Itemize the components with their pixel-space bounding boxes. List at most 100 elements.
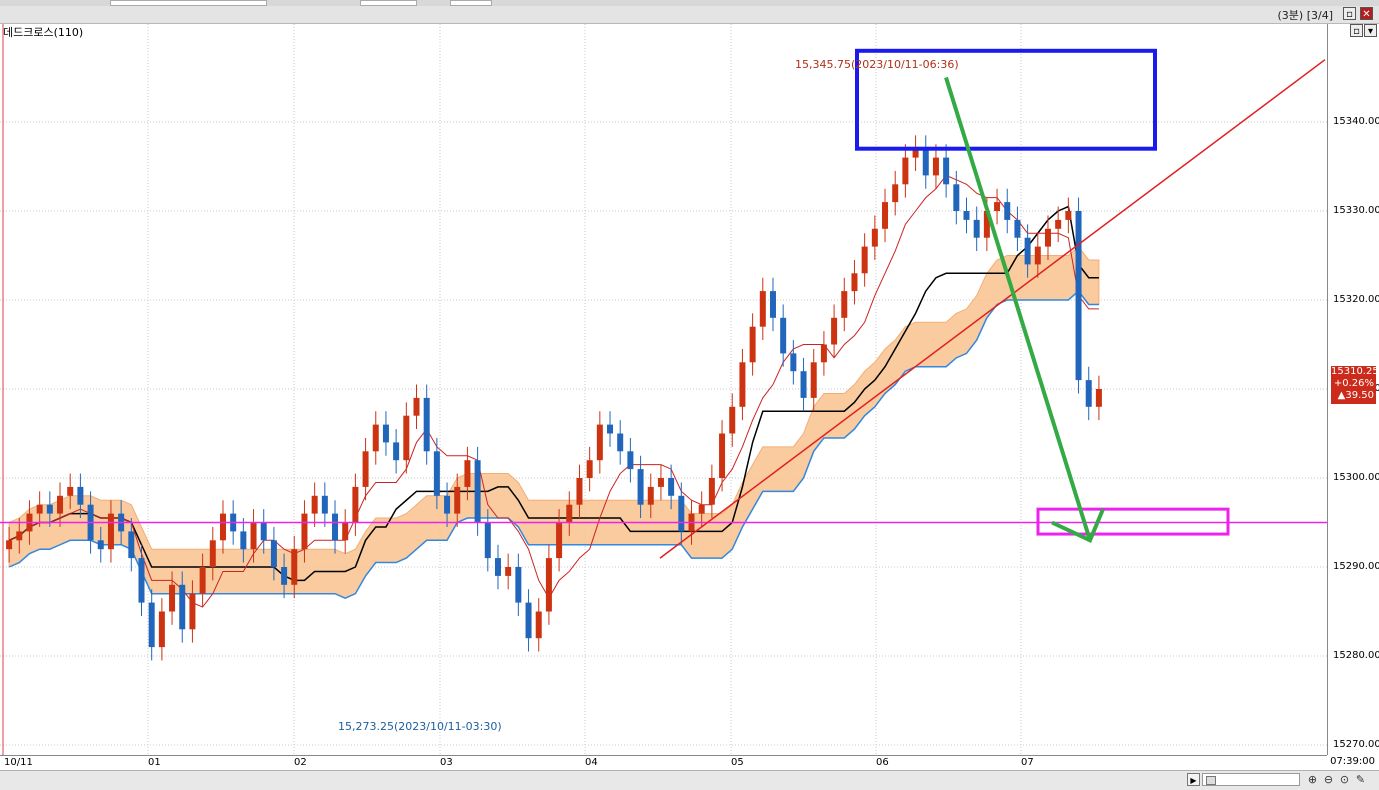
- scroll-right-button[interactable]: ▶: [1187, 773, 1200, 786]
- candle-body: [128, 531, 135, 559]
- candle-body: [566, 504, 573, 523]
- candle-body: [647, 486, 654, 505]
- candle-body: [932, 157, 939, 176]
- candle-body: [413, 397, 420, 416]
- green-arrow-head: [1051, 508, 1105, 543]
- chart-plot-area[interactable]: [0, 24, 1327, 755]
- candle-body: [1065, 211, 1072, 220]
- window-title: (3분) [3/4]: [1277, 9, 1333, 22]
- candle-body: [444, 495, 451, 514]
- candle-body: [556, 522, 563, 559]
- candle-body: [179, 584, 186, 630]
- candle-body: [1004, 202, 1011, 220]
- candle-body: [199, 567, 206, 594]
- candle-body: [301, 513, 308, 550]
- candle-body: [525, 602, 532, 639]
- settings-icon[interactable]: ✎: [1354, 773, 1367, 786]
- candle-body: [169, 584, 176, 612]
- x-tick-label: 04: [585, 757, 598, 768]
- bottom-toolbar: ▶ ⊕ ⊖ ⊙ ✎: [0, 770, 1379, 790]
- candle-body: [36, 504, 43, 514]
- candle-body: [780, 317, 787, 354]
- x-axis: 10/11 01 02 03 04 05 06 07: [0, 755, 1327, 770]
- candle-body: [841, 291, 848, 318]
- indicator-label: 데드크로스(110): [3, 26, 84, 39]
- candle-body: [57, 495, 64, 514]
- candle-body: [790, 353, 797, 372]
- candle-body: [851, 273, 858, 292]
- candle-body: [607, 424, 614, 434]
- candle-body: [209, 540, 216, 567]
- candle-body: [372, 424, 379, 452]
- y-tick-label: 15300.00: [1333, 472, 1379, 483]
- y-tick-label: 15270.00: [1333, 739, 1379, 750]
- change-points: ▲39.50: [1337, 390, 1374, 401]
- candle-body: [1055, 219, 1062, 229]
- x-tick-label: 02: [294, 757, 307, 768]
- candle-body: [433, 451, 440, 496]
- candle-body: [637, 469, 644, 505]
- x-tick-label: 03: [440, 757, 453, 768]
- zoom-in-icon[interactable]: ⊕: [1306, 773, 1319, 786]
- candle-body: [861, 246, 868, 274]
- candle-body: [393, 442, 400, 461]
- candle-body: [749, 326, 756, 363]
- current-time: 07:39:00: [1330, 756, 1375, 767]
- current-price: 15310.25: [1331, 366, 1379, 377]
- candle-body: [505, 567, 512, 576]
- candle-body: [464, 460, 471, 487]
- change-percent: +0.26%: [1333, 378, 1374, 389]
- axis-close-button[interactable]: ▾: [1364, 24, 1377, 37]
- candle-body: [759, 291, 766, 327]
- candle-body: [943, 157, 950, 185]
- current-price-box: 15310.25 +0.26% ▲39.50: [1331, 366, 1379, 404]
- candle-body: [281, 567, 288, 585]
- candle-body: [698, 504, 705, 514]
- low-annotation: 15,273.25(2023/10/11-03:30): [338, 720, 502, 733]
- candle-body: [729, 406, 736, 434]
- candle-body: [810, 362, 817, 398]
- candle-body: [596, 424, 603, 461]
- y-tick-label: 15320.00: [1333, 294, 1379, 305]
- candle-body: [617, 433, 624, 452]
- candle-body: [963, 211, 970, 220]
- candle-body: [586, 460, 593, 478]
- candlestick-chart[interactable]: [0, 24, 1327, 755]
- scroll-thumb[interactable]: [1206, 776, 1216, 785]
- candle-body: [1034, 246, 1041, 265]
- high-annotation: 15,345.75(2023/10/11-06:36): [795, 58, 959, 71]
- zoom-out-icon[interactable]: ⊖: [1322, 773, 1335, 786]
- candle-body: [1095, 389, 1102, 407]
- candle-body: [260, 522, 267, 541]
- candle-body: [291, 549, 298, 585]
- candle-body: [321, 495, 328, 514]
- candle-body: [831, 317, 838, 345]
- candle-body: [1014, 219, 1021, 238]
- candle-body: [46, 504, 53, 514]
- candle-body: [902, 157, 909, 185]
- candle-body: [678, 495, 685, 532]
- candle-body: [158, 611, 165, 648]
- candle-body: [769, 291, 776, 318]
- candle-body: [1044, 228, 1051, 247]
- candle-body: [1085, 380, 1092, 407]
- candle-body: [545, 558, 552, 612]
- candle-body: [250, 522, 257, 550]
- search-icon[interactable]: ⊙: [1338, 773, 1351, 786]
- candle-body: [270, 540, 277, 567]
- candle-body: [342, 522, 349, 541]
- axis-restore-button[interactable]: ▫: [1350, 24, 1363, 37]
- restore-button[interactable]: ▫: [1343, 7, 1356, 20]
- candle-body: [515, 567, 522, 603]
- scroll-track[interactable]: [1202, 773, 1300, 786]
- candle-body: [627, 451, 634, 470]
- x-tick-label: 05: [731, 757, 744, 768]
- trend-line: [659, 59, 1326, 559]
- candle-body: [403, 415, 410, 461]
- candle-body: [16, 531, 23, 541]
- candle-body: [994, 202, 1001, 211]
- candle-body: [922, 148, 929, 176]
- x-tick-label: 01: [148, 757, 161, 768]
- close-button[interactable]: ✕: [1360, 7, 1373, 20]
- y-tick-label: 15280.00: [1333, 650, 1379, 661]
